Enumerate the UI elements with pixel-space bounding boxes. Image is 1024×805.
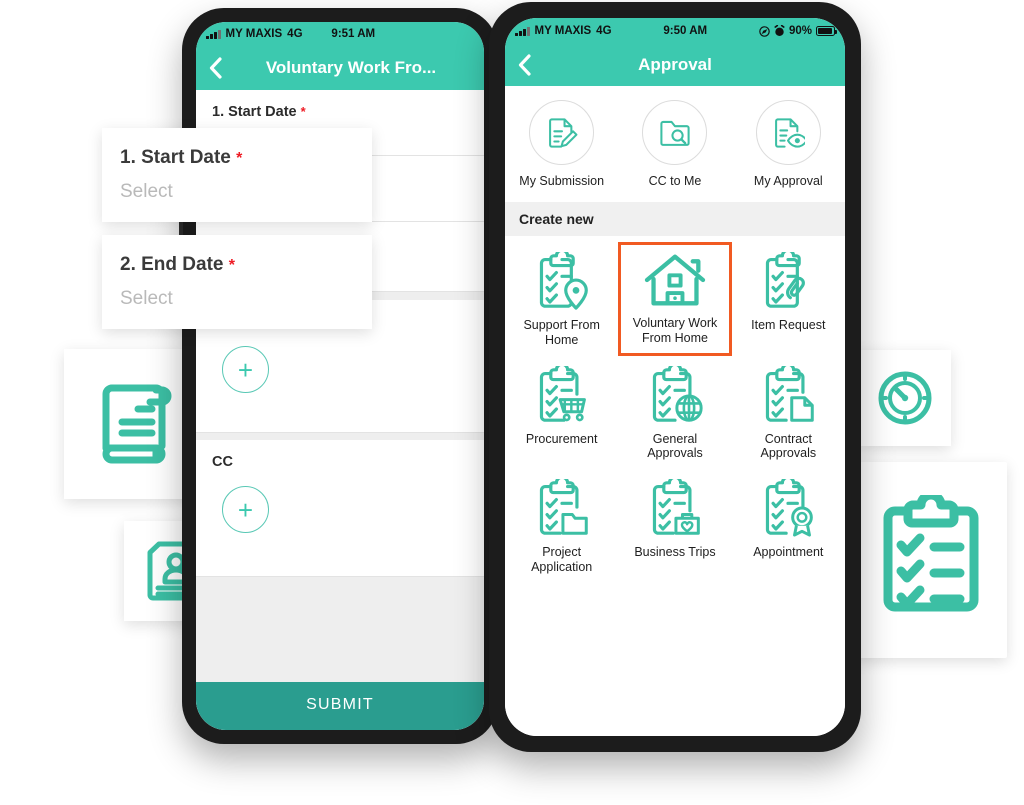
right-status-left: MY MAXIS 4G [515,25,612,37]
clipboard-cart-icon [539,365,586,422]
decor-card-clock [859,350,951,446]
add-approver-button[interactable]: + [222,346,269,393]
cc-label: CC [212,454,233,470]
folder-search-icon [660,120,690,146]
popover-start-date-value[interactable]: Select [120,181,173,203]
right-status-bar: MY MAXIS 4G 9:50 AM 90% [505,18,845,44]
battery-icon [816,26,838,36]
grid-item-business-trips[interactable]: Business Trips [618,469,731,583]
action-label: My Submission [519,174,605,188]
left-phone-device: MY MAXIS 4G 9:51 AM Voluntary Work Fro..… [179,8,498,744]
cc-to-me-circle [642,100,708,165]
document-pencil-icon [548,117,578,148]
right-nav-bar: Approval [505,44,845,86]
network-label: 4G [596,25,612,37]
back-button[interactable] [196,57,234,79]
popover-start-date[interactable]: 1. Start Date * Select [102,128,372,222]
my-approval-circle [755,100,821,165]
start-date-label: 1. Start Date [212,104,297,120]
form-row-cc: CC + [196,440,484,577]
grid-item-voluntary-work-from-home[interactable]: Voluntary Work From Home [618,242,732,356]
grid-item-label: Procurement [525,431,598,446]
action-my-approval[interactable]: My Approval [732,100,845,188]
right-status-right: 90% [759,25,838,37]
popover-label: 2. End Date * [120,254,235,276]
right-phone-screen: MY MAXIS 4G 9:50 AM 90% Approval My Subm… [505,18,845,736]
approval-body: My Submission CC to Me My Approval Creat… [505,86,845,736]
left-clock-label: 9:51 AM [331,28,376,40]
grid-item-label: Appointment [753,545,824,559]
left-nav-bar: Voluntary Work Fro... [196,46,484,90]
clock-icon [878,371,932,425]
popover-end-date[interactable]: 2. End Date * Select [102,235,372,329]
clipboard-folder-icon [539,479,588,535]
clipboard-award-icon [766,479,814,537]
page-title: Voluntary Work Fro... [265,58,437,77]
composite-scene: MY MAXIS 4G 9:51 AM Voluntary Work Fro..… [0,0,1024,805]
signal-bars-icon [206,29,221,39]
grid-item-label: Project Application [531,545,593,574]
action-cc-to-me[interactable]: CC to Me [618,100,731,188]
popover-end-date-label: 2. End Date [120,254,224,275]
grid-item-label: Contract Approvals [760,431,817,461]
page-title: Approval [638,55,712,74]
clipboard-checklist-icon [883,495,979,612]
grid-item-general-approvals[interactable]: General Approvals [618,356,731,470]
scroll-document-icon [102,384,171,464]
signal-bars-icon [515,26,530,36]
back-button[interactable] [505,54,543,76]
top-actions-row: My Submission CC to Me My Approval [505,86,845,194]
carrier-label: MY MAXIS [534,25,592,37]
alarm-clock-icon [774,25,785,37]
grid-item-label: Voluntary Work From Home [632,316,718,345]
house-icon [644,254,706,306]
grid-item-label: Business Trips [634,545,716,559]
action-label: CC to Me [648,174,702,188]
clipboard-paperclip-icon [766,252,806,308]
chevron-left-icon [209,57,222,79]
grid-item-support-from-home[interactable]: Support From Home [505,242,618,356]
clipboard-location-icon [539,252,588,310]
required-asterisk: * [228,257,235,274]
grid-item-label: General Approvals [647,431,703,461]
popover-start-date-label: 1. Start Date [120,147,231,168]
action-label: My Approval [753,174,823,188]
required-asterisk: * [236,150,243,167]
grid-item-label: Support From Home [523,318,600,347]
grid-item-item-request[interactable]: Item Request [732,242,845,356]
location-services-icon [759,25,770,37]
decor-card-scroll [64,349,201,499]
clipboard-document-icon [766,365,815,422]
left-status-bar: MY MAXIS 4G 9:51 AM [196,22,484,46]
right-phone-device: MY MAXIS 4G 9:50 AM 90% Approval My Subm… [489,2,861,752]
carrier-label: MY MAXIS [225,28,283,40]
network-label: 4G [287,28,303,40]
grid-item-project-application[interactable]: Project Application [505,469,618,583]
right-clock-label: 9:50 AM [663,25,708,37]
document-eye-icon [775,117,806,148]
submit-button[interactable]: SUBMIT [196,682,484,730]
grid-item-procurement[interactable]: Procurement [505,356,618,470]
battery-percent-label: 90% [788,25,812,37]
my-submission-circle [529,100,595,165]
grid-item-appointment[interactable]: Appointment [732,469,845,583]
popover-label: 1. Start Date * [120,147,242,169]
grid-item-contract-approvals[interactable]: Contract Approvals [732,356,845,470]
chevron-left-icon [518,54,531,76]
create-new-section-header: Create new [505,202,845,236]
action-my-submission[interactable]: My Submission [505,100,618,188]
form-row-label: 1. Start Date * [212,104,468,120]
clipboard-suitcase-icon [652,479,700,535]
decor-card-clipboard [855,462,1007,658]
left-status-left: MY MAXIS 4G [206,28,303,40]
grid-item-label: Item Request [751,318,826,332]
clipboard-globe-icon [652,365,703,422]
create-new-grid: Support From Home Voluntary Work From Ho… [505,236,845,583]
popover-end-date-value[interactable]: Select [120,288,173,310]
add-cc-button[interactable]: + [222,486,269,533]
required-asterisk: * [300,104,306,119]
